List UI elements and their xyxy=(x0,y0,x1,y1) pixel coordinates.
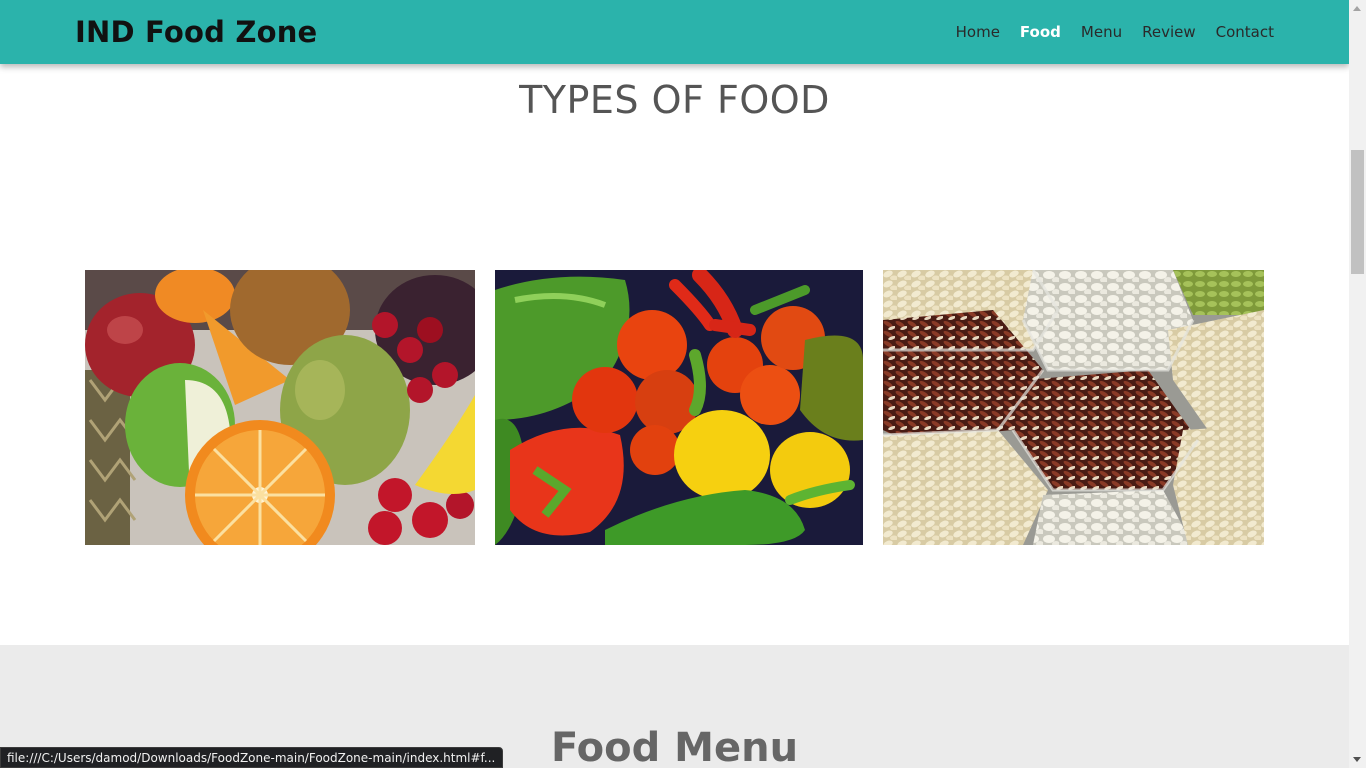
brand-logo[interactable]: IND Food Zone xyxy=(75,13,317,51)
link-status-bar: file:///C:/Users/damod/Downloads/FoodZon… xyxy=(0,747,504,768)
nav-link-menu[interactable]: Menu xyxy=(1081,21,1122,43)
types-of-food-heading: TYPES OF FOOD xyxy=(519,78,830,122)
scroll-down-arrow-icon[interactable] xyxy=(1353,757,1361,762)
nav-links: Home Food Menu Review Contact xyxy=(956,21,1274,43)
nav-link-home[interactable]: Home xyxy=(956,21,1000,43)
grains-image xyxy=(883,270,1264,545)
nav-link-food[interactable]: Food xyxy=(1020,21,1061,43)
fruits-image xyxy=(85,270,475,545)
nav-link-review[interactable]: Review xyxy=(1142,21,1196,43)
vertical-scrollbar[interactable] xyxy=(1349,0,1366,768)
page-viewport: IND Food Zone Home Food Menu Review Cont… xyxy=(0,0,1349,768)
nav-link-contact[interactable]: Contact xyxy=(1216,21,1274,43)
navbar: IND Food Zone Home Food Menu Review Cont… xyxy=(0,0,1349,64)
scroll-thumb[interactable] xyxy=(1351,150,1364,274)
scroll-up-arrow-icon[interactable] xyxy=(1353,6,1361,11)
vegetables-image xyxy=(495,270,863,545)
